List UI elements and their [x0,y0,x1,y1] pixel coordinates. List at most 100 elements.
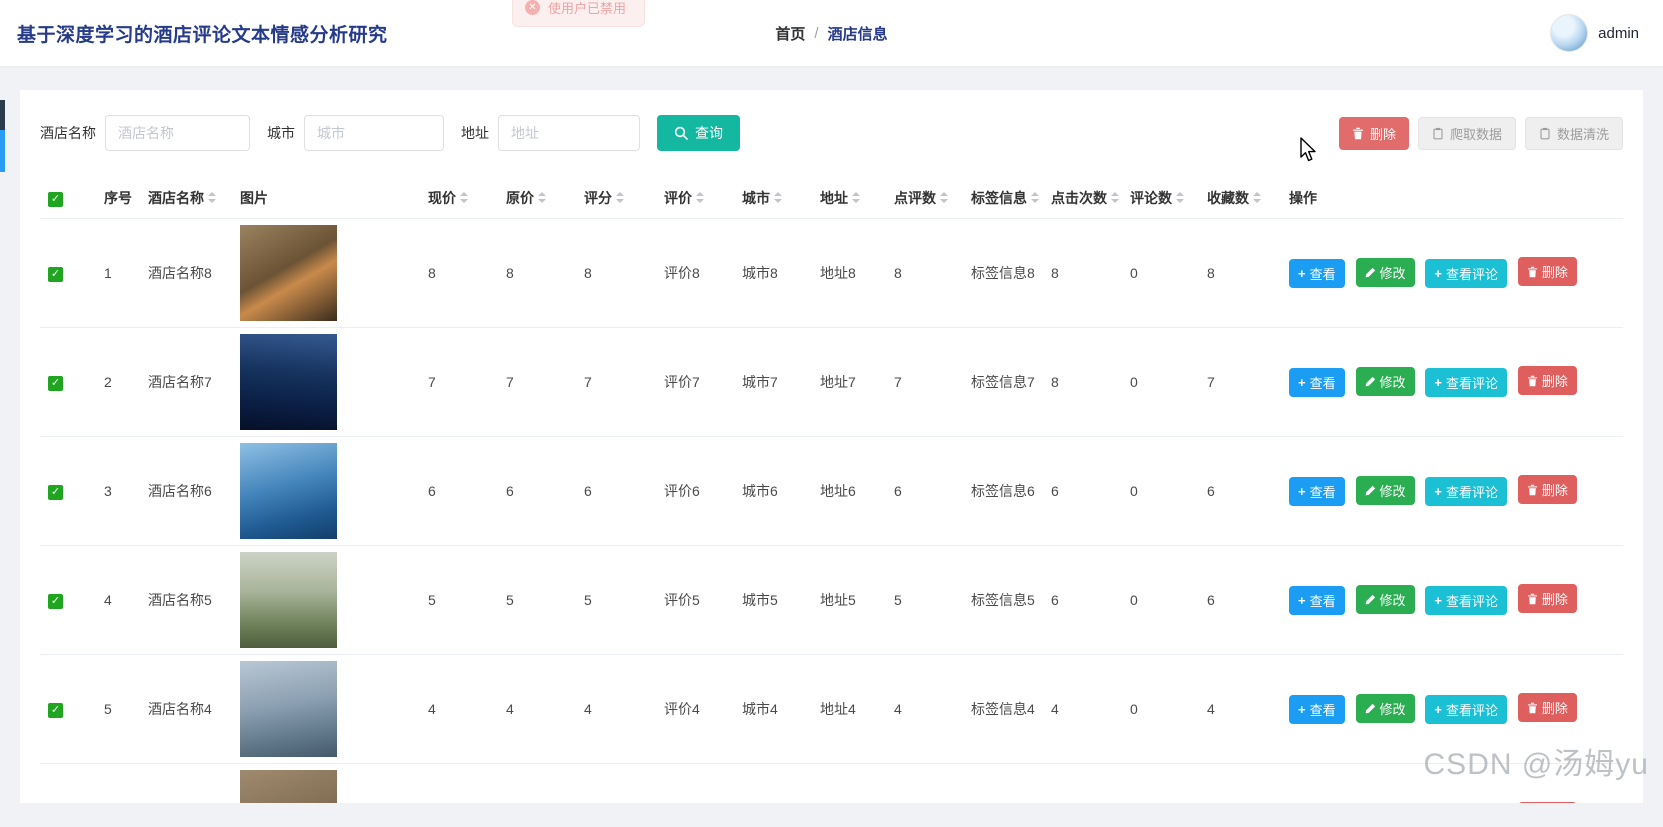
column-header[interactable]: 标签信息 [963,178,1043,219]
cell-click-count: 6 [1043,545,1122,655]
cell-current-price: 6 [420,436,498,546]
column-label: 城市 [742,189,770,206]
delete-button[interactable]: 删除 [1517,802,1577,803]
column-label: 地址 [820,189,848,206]
sort-icon[interactable] [460,192,468,204]
sort-icon[interactable] [538,192,546,204]
table-body: ✓ 1 酒店名称8 8 8 8 评价8 城市8 地址8 8 标签信息8 8 0 … [40,218,1623,803]
cell-hotel-name: 酒店名称4 [140,654,232,764]
edit-button[interactable]: 修改 [1355,257,1415,287]
breadcrumb-current[interactable]: 酒店信息 [828,23,888,44]
cell-tag-info: 标签信息7 [963,327,1043,437]
delete-button[interactable]: 删除 [1517,693,1577,723]
row-checkbox[interactable]: ✓ [48,266,63,282]
row-checkbox[interactable]: ✓ [48,702,63,718]
night-skyline-photo [240,333,337,430]
row-checkbox[interactable]: ✓ [48,375,63,391]
column-header[interactable]: 原价 [498,178,576,219]
cell-review: 评价8 [656,218,734,328]
view-comments-button[interactable]: + 查看评论 [1425,585,1508,615]
view-comments-button[interactable]: + 查看评论 [1425,694,1508,724]
column-header[interactable]: 现价 [420,178,498,219]
edit-button[interactable]: 修改 [1355,693,1415,723]
table-row: ✓ 2 酒店名称7 7 7 7 评价7 城市7 地址7 7 标签信息7 8 0 … [40,327,1623,437]
cell-score: 5 [576,545,656,655]
sort-icon[interactable] [696,192,704,204]
plus-icon: + [1298,701,1306,717]
view-button[interactable]: + 查看 [1289,694,1345,724]
column-header[interactable]: 地址 [812,178,886,219]
sort-icon[interactable] [852,192,860,204]
filter-bar: 酒店名称 城市 地址 查询 删除 [40,115,1623,151]
edit-button[interactable]: 修改 [1355,584,1415,614]
cell-score: 4 [576,654,656,764]
sidebar-collapsed-strip[interactable] [0,100,5,172]
row-checkbox[interactable]: ✓ [48,484,63,500]
user-avatar[interactable] [1550,14,1589,52]
toast-message: ✕ 使用户已禁用 [512,0,646,27]
cell-tag-info: 标签信息4 [963,654,1043,764]
select-all-checkbox[interactable]: ✓ [48,191,63,207]
cell-current-price: 8 [420,218,498,328]
plus-icon: + [1434,265,1442,281]
hotel-name-input[interactable] [105,115,250,151]
view-comments-button[interactable]: + 查看评论 [1425,258,1508,288]
edit-button[interactable]: 修改 [1355,366,1415,396]
column-label: 现价 [428,189,456,206]
cell-comment-count [886,763,963,803]
address-label: 地址 [461,125,489,141]
edit-button[interactable]: 修改 [1355,475,1415,505]
view-comments-button[interactable]: + 查看评论 [1425,476,1508,506]
table-row: ✓ 5 酒店名称4 4 4 4 评价4 城市4 地址4 4 标签信息4 4 0 … [40,654,1623,764]
city-input[interactable] [304,115,444,151]
delete-button[interactable]: 删除 [1517,366,1577,396]
sort-icon[interactable] [1111,192,1119,204]
column-header[interactable]: 评分 [576,178,656,219]
table-row: ✓ 3 酒店名称6 6 6 6 评价6 城市6 地址6 6 标签信息6 6 0 … [40,436,1623,546]
sort-icon[interactable] [940,192,948,204]
view-button[interactable]: + 查看 [1289,258,1345,288]
delete-button[interactable]: 删除 [1517,475,1577,505]
cell-hotel-name [140,763,232,803]
cell-tag-info: 标签信息6 [963,436,1043,546]
cell-hotel-name: 酒店名称5 [140,545,232,655]
user-menu[interactable]: admin [1550,14,1639,52]
column-header: 序号 [96,178,140,219]
sort-icon[interactable] [1031,192,1039,204]
view-button[interactable]: + 查看 [1289,585,1345,615]
crawl-data-button[interactable]: 爬取数据 [1417,116,1516,150]
sort-icon[interactable] [774,192,782,204]
sort-icon[interactable] [208,192,216,204]
search-button[interactable]: 查询 [657,115,740,151]
username: admin [1598,24,1639,42]
delete-button[interactable]: 删除 [1517,257,1577,287]
column-header[interactable]: 城市 [734,178,812,219]
cell-comment-count: 8 [886,218,963,328]
address-input[interactable] [498,115,640,151]
column-header[interactable]: 酒店名称 [140,178,232,219]
column-header[interactable]: 评论数 [1122,178,1199,219]
column-header[interactable]: 收藏数 [1199,178,1281,219]
column-header[interactable]: 点评数 [886,178,963,219]
view-button[interactable]: + 查看 [1289,476,1345,506]
view-button[interactable]: + 查看 [1289,367,1345,397]
cell-score: 7 [576,327,656,437]
page-title: 基于深度学习的酒店评论文本情感分析研究 [17,24,388,46]
delete-button[interactable]: 删除 [1517,584,1577,614]
cell-address: 地址4 [812,654,886,764]
filter-address: 地址 [461,115,640,151]
cell-city: 城市5 [734,545,812,655]
bulk-delete-button[interactable]: 删除 [1338,116,1409,150]
breadcrumb-home[interactable]: 首页 [775,23,805,44]
column-header[interactable]: 点击次数 [1043,178,1122,219]
column-label: 评论数 [1130,189,1172,206]
sort-icon[interactable] [1176,192,1184,204]
sort-icon[interactable] [1253,192,1261,204]
cell-address: 地址8 [812,218,886,328]
cell-review: 评价4 [656,654,734,764]
sort-icon[interactable] [616,192,624,204]
view-comments-button[interactable]: + 查看评论 [1425,367,1508,397]
data-clean-button[interactable]: 数据清洗 [1524,116,1623,150]
row-checkbox[interactable]: ✓ [48,593,63,609]
column-header[interactable]: 评价 [656,178,734,219]
